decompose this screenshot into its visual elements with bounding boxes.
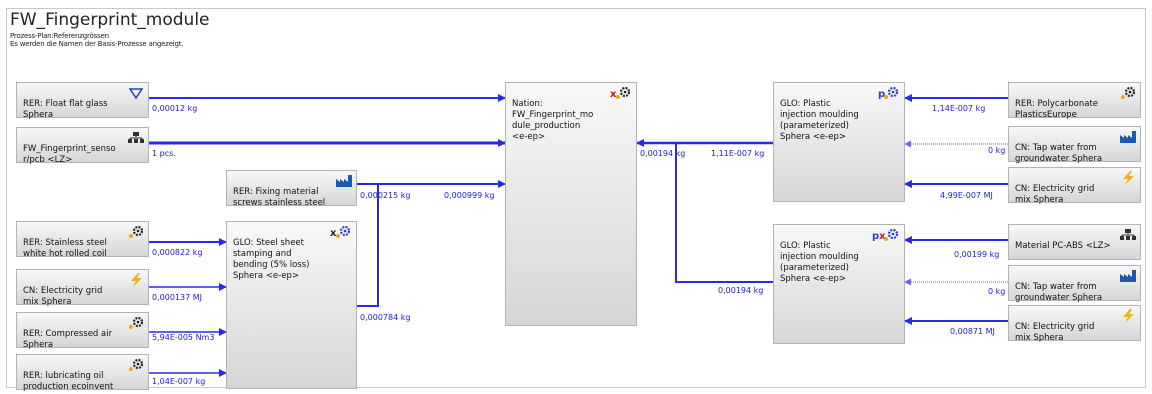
bolt-icon [1123, 309, 1134, 323]
svg-text:x: x [330, 228, 337, 239]
process-electricity-cn-2[interactable]: CN: Electricity grid mix Sphera [1008, 167, 1141, 205]
flow-label-fixing-out: 0,000215 kg [360, 191, 411, 200]
flow-label-elec2: 4,99E-007 MJ [940, 191, 993, 200]
diamond-icon [128, 88, 144, 100]
flow-label-elec1: 0,000137 MJ [152, 293, 202, 302]
plan-icon [128, 132, 144, 143]
flow-label-stamping-out: 0,000784 kg [360, 313, 411, 322]
bolt-icon [131, 273, 142, 287]
flow-label-air: 5,94E-005 Nm3 [152, 333, 215, 342]
process-injection-moulding-1[interactable]: GLO: Plastic injection moulding (paramet… [773, 82, 905, 202]
flow-label-sensor: 1 pcs. [152, 149, 176, 158]
process-electricity-cn-1[interactable]: CN: Electricity grid mix Sphera [16, 269, 149, 307]
process-tap-water-2[interactable]: CN: Tap water from groundwater Sphera [1008, 265, 1141, 303]
factory-icon [336, 175, 352, 187]
flow-label-stainless: 0,000822 kg [152, 248, 203, 257]
flow-label-mould1-out: 1,11E-007 kg [711, 149, 765, 158]
bolt-icon [1123, 171, 1134, 185]
plan-icon [1120, 229, 1136, 240]
process-steel-stamping[interactable]: GLO: Steel sheet stamping and bending (5… [226, 221, 357, 389]
process-fixing-material[interactable]: RER: Fixing material screws stainless st… [226, 170, 357, 208]
x-gear-icon: x [610, 86, 631, 100]
gear-icon [1121, 86, 1136, 99]
flow-label-pcabs: 0,00199 kg [954, 250, 1000, 259]
flow-label-water1: 0 kg [988, 146, 1006, 155]
flow-label-glass: 0,00012 kg [152, 104, 198, 113]
gear-icon [129, 316, 144, 329]
process-pc-abs[interactable]: Material PC-ABS <LZ> [1008, 224, 1141, 260]
process-float-glass[interactable]: RER: Float flat glass Sphera [16, 82, 149, 120]
flow-label-elec3: 0,00871 MJ [950, 327, 995, 336]
process-electricity-cn-3[interactable]: CN: Electricity grid mix Sphera [1008, 305, 1141, 343]
flow-label-nation-in: 0,00194 kg [640, 149, 686, 158]
svg-text:x: x [610, 89, 617, 100]
process-injection-moulding-2[interactable]: GLO: Plastic injection moulding (paramet… [773, 224, 905, 344]
px-gear-icon: px [872, 228, 899, 242]
factory-icon [1120, 270, 1136, 282]
factory-icon [1120, 131, 1136, 143]
x-gear-icon: x [330, 225, 351, 239]
flow-label-pc: 1,14E-007 kg [932, 104, 986, 113]
process-nation-module-production[interactable]: Nation: FW_Fingerprint_mo dule_productio… [505, 82, 637, 326]
flow-label-fixing-in: 0,000999 kg [444, 191, 495, 200]
process-compressed-air[interactable]: RER: Compressed air Sphera [16, 312, 149, 350]
process-polycarbonate[interactable]: RER: Polycarbonate PlasticsEurope [1008, 82, 1141, 120]
p-gear-icon: p [878, 86, 899, 100]
svg-text:p: p [878, 89, 885, 100]
flow-mould2-out [675, 143, 773, 283]
process-tap-water-1[interactable]: CN: Tap water from groundwater Sphera [1008, 126, 1141, 164]
process-plan-canvas[interactable]: FW_Fingerprint_module Prozess-Plan:Refer… [0, 0, 1152, 394]
process-lubricating-oil[interactable]: RER: lubricating oil production ecoinven… [16, 354, 149, 392]
gear-icon [129, 225, 144, 238]
flow-label-oil: 1,04E-007 kg [152, 377, 206, 386]
process-sensor[interactable]: FW_Fingerprint_senso r/pcb <LZ> [16, 127, 149, 165]
flow-stamping-out [357, 184, 379, 307]
gear-icon [129, 358, 144, 371]
process-stainless-steel[interactable]: RER: Stainless steel white hot rolled co… [16, 221, 149, 259]
flow-label-water2: 0 kg [988, 287, 1006, 296]
flow-label-mould2-out: 0,00194 kg [718, 286, 764, 295]
